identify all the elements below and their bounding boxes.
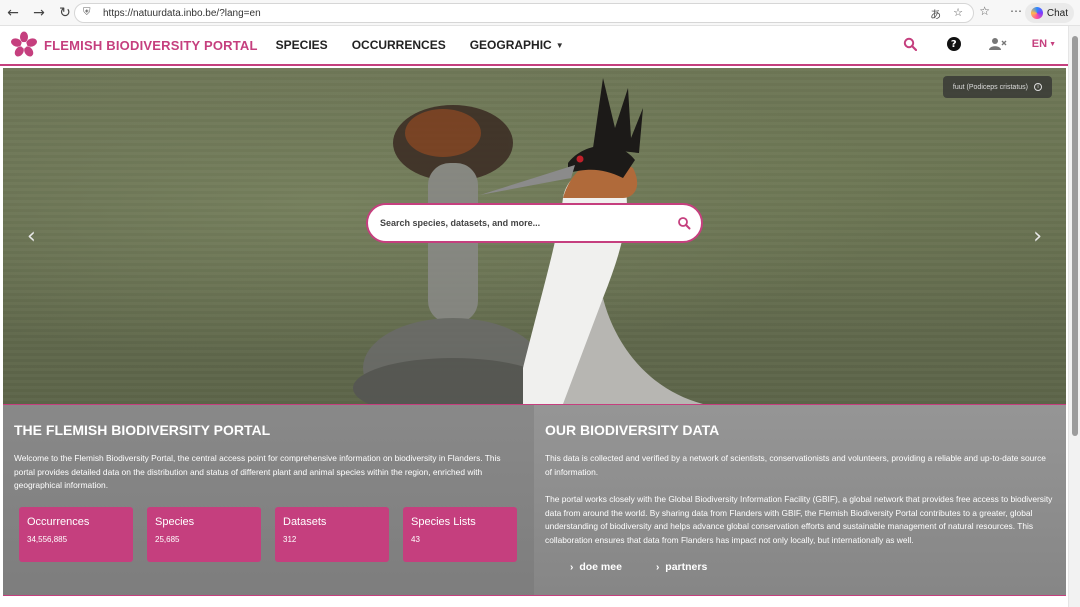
brand-name: FLEMISH BIODIVERSITY PORTAL [44, 37, 258, 53]
stat-label: Occurrences [27, 516, 90, 528]
help-button[interactable]: ? [944, 34, 964, 54]
back-icon[interactable]: ← [0, 1, 26, 25]
chat-label: Chat [1046, 7, 1068, 19]
favorite-star-icon[interactable]: ☆ [953, 6, 963, 22]
language-selector[interactable]: EN ▼ [1032, 38, 1056, 50]
stat-datasets[interactable]: Datasets 312 [275, 507, 389, 562]
stat-species-lists[interactable]: Species Lists 43 [403, 507, 517, 562]
menu-item-label: SPECIES [275, 38, 328, 52]
stats-row: Occurrences 34,556,885 Species 25,685 Da… [19, 507, 517, 562]
caret-down-icon: ▼ [1049, 40, 1056, 48]
panel-links: › doe mee › partners [570, 561, 707, 573]
stat-value: 312 [283, 535, 297, 544]
page-bottom [3, 595, 1066, 607]
brand-link[interactable]: FLEMISH BIODIVERSITY PORTAL [10, 31, 258, 59]
stat-species[interactable]: Species 25,685 [147, 507, 261, 562]
panel-title: THE FLEMISH BIODIVERSITY PORTAL [14, 422, 271, 438]
scrollbar-thumb[interactable] [1072, 36, 1078, 436]
link-doe-mee[interactable]: › doe mee [570, 561, 622, 573]
chevron-right-icon: › [655, 561, 660, 573]
browser-toolbar: ← → ↻ ⛨ https://natuurdata.inbo.be/?lang… [0, 0, 1080, 26]
stat-label: Datasets [283, 516, 327, 528]
hero-carousel: fuut (Podiceps cristatus) i ‹ › [3, 68, 1066, 404]
caret-down-icon: ▼ [555, 40, 564, 50]
biodiversity-data-panel: OUR BIODIVERSITY DATA This data is colle… [534, 404, 1066, 595]
more-icon[interactable]: ⋯ [1010, 4, 1022, 18]
search-box [366, 203, 703, 243]
search-icon [903, 37, 917, 51]
stat-value: 25,685 [155, 535, 180, 544]
search-button[interactable] [900, 34, 920, 54]
address-url: https://natuurdata.inbo.be/?lang=en [103, 7, 261, 19]
site-info-icon[interactable]: ⛨ [83, 7, 95, 19]
panel-title: OUR BIODIVERSITY DATA [545, 422, 720, 438]
panel-text: Welcome to the Flemish Biodiversity Port… [14, 453, 501, 490]
chat-button[interactable]: Chat [1024, 3, 1074, 23]
stat-label: Species Lists [411, 516, 476, 528]
page-scrollbar[interactable] [1068, 26, 1080, 607]
search-input[interactable] [380, 218, 660, 228]
user-button[interactable] [988, 34, 1008, 54]
copilot-icon [1030, 7, 1043, 19]
stat-value: 34,556,885 [27, 535, 68, 544]
site-header: FLEMISH BIODIVERSITY PORTAL SPECIES OCCU… [0, 26, 1068, 66]
user-icon [988, 38, 1007, 50]
stat-label: Species [155, 516, 195, 528]
menu-item-geographic[interactable]: GEOGRAPHIC ▼ [470, 38, 564, 52]
translate-icon[interactable]: あ [930, 6, 941, 22]
info-icon[interactable]: i [1034, 83, 1042, 91]
panel-text: This data is collected and verified by a… [545, 453, 1046, 477]
panel-text: The portal works closely with the Global… [545, 494, 1053, 545]
flower-logo-icon [11, 31, 37, 57]
carousel-prev-icon[interactable]: ‹ [27, 224, 36, 249]
language-label: EN [1031, 38, 1048, 50]
chevron-right-icon: › [570, 561, 574, 573]
photo-credit-text: fuut (Podiceps cristatus) [952, 83, 1028, 91]
menu-item-species[interactable]: SPECIES [276, 38, 328, 52]
link-partners[interactable]: › partners [656, 561, 707, 573]
forward-icon[interactable]: → [26, 1, 52, 25]
photo-credit: fuut (Podiceps cristatus) i [942, 76, 1052, 98]
main-menu: SPECIES OCCURRENCES GEOGRAPHIC ▼ [276, 38, 564, 52]
link-label: partners [665, 561, 708, 573]
favorites-icon[interactable]: ☆ [979, 4, 990, 18]
link-label: doe mee [579, 561, 622, 573]
address-bar[interactable]: ⛨ https://natuurdata.inbo.be/?lang=en あ … [74, 3, 974, 23]
stat-value: 43 [411, 535, 420, 544]
menu-item-occurrences[interactable]: OCCURRENCES [352, 38, 446, 52]
stat-occurrences[interactable]: Occurrences 34,556,885 [19, 507, 133, 562]
menu-item-label: OCCURRENCES [351, 38, 446, 52]
help-icon: ? [946, 37, 961, 51]
portal-intro-panel: THE FLEMISH BIODIVERSITY PORTAL Welcome … [3, 404, 534, 595]
carousel-next-icon[interactable]: › [1033, 224, 1042, 249]
menu-item-label: GEOGRAPHIC [469, 38, 552, 52]
search-icon[interactable] [677, 216, 691, 230]
